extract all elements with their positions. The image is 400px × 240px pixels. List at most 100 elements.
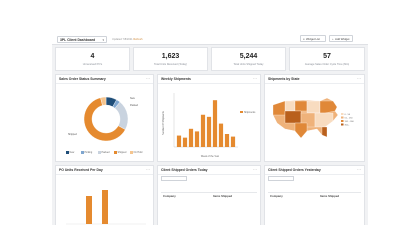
legend-swatch (98, 151, 101, 154)
dashboard-selector[interactable]: 3PL Client Dashboard ▾ (57, 36, 107, 43)
widget-title: Client Shipped Orders Today (161, 168, 208, 172)
bar-week-9[interactable] (224, 134, 230, 147)
more-options-icon[interactable]: ⋯ (357, 76, 361, 81)
bar-week-8[interactable] (218, 123, 224, 147)
kpi-card-unreceived-pos[interactable]: 4 Unreceived PO's (55, 47, 130, 71)
state-region[interactable] (314, 112, 334, 128)
widget-title: Shipments by State (268, 77, 300, 81)
legend-swatch (341, 113, 344, 115)
more-options-icon[interactable]: ⋯ (253, 76, 257, 81)
more-options-icon[interactable]: ⋯ (146, 167, 150, 172)
po-bar[interactable] (102, 190, 108, 224)
widget-shipped-yesterday: Client Shipped Orders Yesterday ⋯ Compan… (264, 165, 365, 225)
state-region[interactable] (284, 100, 296, 112)
widget-title: PO Units Received Per Day (59, 168, 103, 172)
more-options-icon[interactable]: ⋯ (253, 167, 257, 172)
divider (158, 174, 260, 175)
legend-swatch (130, 151, 133, 154)
pie-label-packed: Packed (130, 104, 138, 107)
kpi-value: 57 (323, 53, 331, 60)
legend-label: On Hold (133, 151, 143, 154)
map-legend: 0 - 50 51 - 150 151 - 300 301+ (341, 113, 355, 126)
bar-week-1[interactable] (176, 135, 182, 147)
table-header: Company Items Shipped (161, 192, 257, 200)
state-region[interactable] (294, 122, 308, 139)
pie-label-shipped: Shipped (68, 133, 77, 136)
dashboard-app: 3PL Client Dashboard ▾ Updated 7/8/2021 … (52, 30, 368, 225)
donut-slice-packed[interactable] (114, 101, 129, 130)
widget-shipments-by-state: Shipments by State ⋯ 0 - 50 51 - 150 151… (264, 74, 365, 162)
state-region[interactable] (294, 100, 308, 112)
add-widget-button[interactable]: +Add Widget (329, 35, 353, 42)
legend-label: Packed (101, 151, 110, 154)
state-region[interactable] (306, 100, 321, 114)
filter-select[interactable] (268, 176, 294, 181)
state-region[interactable] (284, 110, 302, 124)
po-bar-chart (66, 190, 146, 225)
updated-status: Updated 7/8/2021 Refresh (112, 38, 142, 41)
kpi-label: Unreceived PO's (82, 63, 103, 66)
widget-po-units-received: PO Units Received Per Day ⋯ (55, 165, 154, 225)
refresh-link[interactable]: Refresh (133, 38, 142, 41)
widget-list-label: Widget List (306, 37, 320, 41)
legend-swatch (66, 151, 69, 154)
legend-label: 0 - 50 (345, 114, 351, 116)
us-map: 0 - 50 51 - 150 151 - 300 301+ (272, 97, 355, 139)
kpi-value: 5,244 (239, 53, 258, 60)
bar-week-7[interactable] (212, 100, 218, 147)
pie-label-new: New (130, 97, 135, 100)
legend-picking: Picking (81, 151, 92, 154)
widget-title: Weekly Shipments (161, 77, 191, 81)
bar-week-2[interactable] (182, 137, 188, 147)
bar-week-5[interactable] (200, 114, 206, 147)
x-axis-label: Week of the Year (201, 155, 219, 158)
legend-swatch (341, 116, 344, 119)
state-region[interactable] (272, 100, 286, 116)
top-bar: 3PL Client Dashboard ▾ Updated 7/8/2021 … (52, 30, 368, 45)
kpi-card-units-received[interactable]: 1,623 Total Units Received (Today) (133, 47, 208, 71)
chevron-down-icon: ▾ (102, 38, 104, 42)
screenshot-stage: 3PL Client Dashboard ▾ Updated 7/8/2021 … (0, 0, 400, 225)
legend-swatch (114, 151, 117, 154)
widget-weekly-shipments: Weekly Shipments ⋯ Number Of Shipments W… (157, 74, 261, 162)
filter-select[interactable] (161, 176, 187, 181)
more-options-icon[interactable]: ⋯ (146, 76, 150, 81)
kpi-card-units-shipped[interactable]: 5,244 Total Units Shipped Today (211, 47, 286, 71)
add-widget-label: Add Widget (335, 37, 350, 41)
legend-label: New (69, 151, 75, 154)
legend-swatch (81, 151, 84, 154)
column-header-items-shipped[interactable]: Items Shipped (213, 194, 232, 198)
legend-new: New (66, 151, 74, 154)
po-bar[interactable] (86, 196, 92, 224)
bar-week-3[interactable] (188, 128, 194, 147)
legend-label: Picking (84, 151, 93, 154)
bar-week-4[interactable] (194, 131, 200, 147)
bar-week-6[interactable] (206, 116, 212, 147)
state-region[interactable] (319, 100, 338, 114)
legend-swatch (341, 120, 344, 122)
table-header: Company Items Shipped (268, 192, 361, 200)
legend-swatch (341, 123, 344, 126)
updated-text: Updated 7/8/2021 (112, 38, 133, 41)
legend-packed: Packed (98, 151, 109, 154)
kpi-label: Average Sales Order Cycle Time (Min) (304, 63, 350, 66)
kpi-value: 4 (90, 53, 95, 60)
bar-chart: Number Of Shipments Week of the Year Shi… (162, 93, 256, 158)
column-header-company[interactable]: Company (270, 194, 283, 198)
more-options-icon[interactable]: ⋯ (357, 167, 361, 172)
legend-label: 51 - 150 (345, 117, 354, 119)
kpi-card-cycle-time[interactable]: 57 Average Sales Order Cycle Time (Min) (289, 47, 365, 71)
widget-list-button[interactable]: ≡Widget List (300, 35, 326, 42)
column-header-company[interactable]: Company (163, 194, 176, 198)
bar-week-10[interactable] (230, 136, 236, 147)
legend-shipments: Shipments (244, 111, 256, 114)
column-header-items-shipped[interactable]: Items Shipped (320, 194, 339, 198)
widget-title: Client Shipped Orders Yesterday (268, 168, 321, 172)
legend-label: 151 - 300 (345, 121, 355, 123)
widget-sales-order-status: Sales Order Status Summary ⋯ Packed New … (55, 74, 154, 162)
widget-title: Sales Order Status Summary (59, 77, 106, 81)
y-axis-label: Number Of Shipments (162, 110, 165, 134)
legend-swatch (240, 111, 243, 113)
widget-shipped-today: Client Shipped Orders Today ⋯ Company It… (157, 165, 261, 225)
kpi-label: Total Units Shipped Today (233, 63, 264, 66)
